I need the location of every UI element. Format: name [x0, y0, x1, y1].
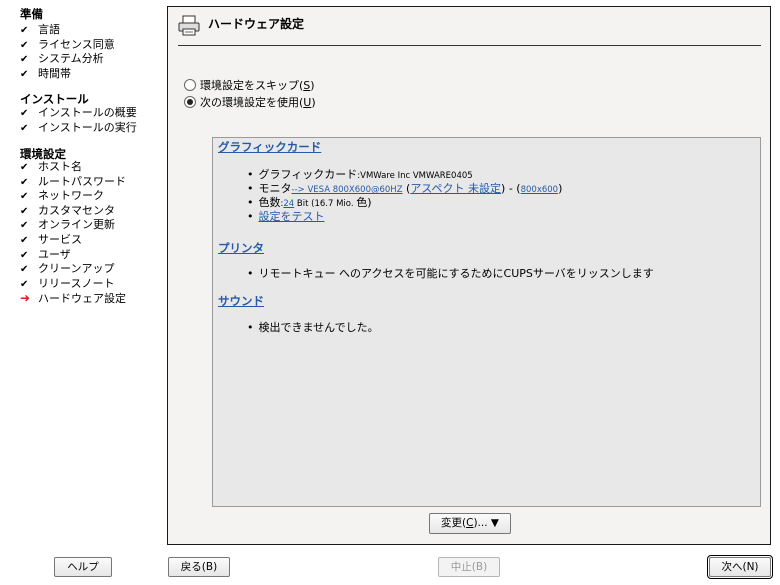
- sidebar-step-label: ライセンス同意: [38, 37, 115, 51]
- aspect-link[interactable]: アスペクト 未設定: [410, 182, 501, 195]
- printer-item: • リモートキュー へのアクセスを可能にするためにCUPSサーバをリッスンします: [247, 267, 654, 280]
- sound-item: • 検出できませんでした。: [247, 321, 379, 334]
- checkmark-icon: ✔: [20, 220, 29, 232]
- checkmark-icon: ✔: [20, 205, 29, 217]
- sidebar-step-label: リリースノート: [38, 276, 115, 290]
- sidebar-step-label: オンライン更新: [38, 218, 115, 232]
- checkmark-icon: ✔: [20, 108, 29, 119]
- sidebar-step: ✔ ライセンス同意: [20, 38, 115, 52]
- radio-skip-label: 環境設定をスキップ(: [200, 79, 304, 92]
- sidebar-step-label: ユーザ: [38, 247, 71, 261]
- printer-icon: [177, 15, 201, 40]
- sidebar-step: ✔ 時間帯: [20, 67, 71, 81]
- proposal-content: グラフィックカード • グラフィックカード:VMWare Inc VMWARE04…: [212, 137, 761, 507]
- next-button[interactable]: 次へ(N): [707, 555, 773, 579]
- sidebar-step-label: ルートパスワード: [38, 174, 126, 188]
- radio-skip-config[interactable]: 環境設定をスキップ(S): [184, 79, 315, 93]
- sidebar-step: ✔ システム分析: [20, 52, 104, 66]
- sidebar-step: ✔ インストールの実行: [20, 121, 137, 135]
- current-step-arrow-icon: ➜: [20, 291, 31, 306]
- sidebar-step: ➜ ハードウェア設定: [20, 291, 126, 305]
- sidebar-step-label: サービス: [38, 233, 82, 246]
- checkmark-icon: ✔: [20, 122, 29, 134]
- radio-use-config[interactable]: 次の環境設定を使用(U): [184, 96, 316, 110]
- sidebar-step: ✔ ユーザ: [20, 248, 71, 262]
- main-panel: ハードウェア設定 環境設定をスキップ(S) 次の環境設定を使用(U) グラフィッ…: [167, 6, 771, 545]
- checkmark-icon: ✔: [20, 249, 29, 261]
- header-divider: [178, 45, 761, 46]
- checkmark-icon: ✔: [20, 162, 29, 173]
- sidebar-step: ✔ サービス: [20, 233, 82, 247]
- radio-indicator-selected: [184, 96, 196, 108]
- sound-heading[interactable]: サウンド: [218, 293, 264, 309]
- sidebar-section-title: 準備: [20, 7, 43, 21]
- printer-heading[interactable]: プリンタ: [218, 240, 264, 256]
- sidebar-section-title: インストール: [20, 92, 89, 106]
- graphics-card-heading[interactable]: グラフィックカード: [218, 139, 321, 155]
- sidebar-step: ✔ ホスト名: [20, 160, 82, 174]
- sidebar-step-label: 時間帯: [38, 66, 71, 80]
- sidebar-step: ✔ クリーンアップ: [20, 262, 114, 276]
- checkmark-icon: ✔: [20, 25, 29, 36]
- sidebar-step-label: インストールの概要: [38, 106, 137, 119]
- checkmark-icon: ✔: [20, 191, 29, 203]
- checkmark-icon: ✔: [20, 68, 29, 80]
- sidebar-step-label: インストールの実行: [38, 120, 137, 134]
- checkmark-icon: ✔: [20, 264, 29, 276]
- sidebar-step: ✔ 言語: [20, 23, 60, 37]
- sidebar-step-label: システム分析: [38, 52, 104, 66]
- sidebar: 準備 ✔ 言語 ✔ ライセンス同意 ✔ システム分析 ✔ 時間帯インストール ✔ インストールの概要…: [0, 0, 165, 555]
- checkmark-icon: ✔: [20, 54, 29, 66]
- checkmark-icon: ✔: [20, 235, 29, 246]
- page-title: ハードウェア設定: [208, 17, 305, 31]
- checkmark-icon: ✔: [20, 176, 29, 188]
- sidebar-step: ✔ カスタマセンタ: [20, 204, 115, 218]
- sidebar-step: ✔ インストールの概要: [20, 106, 137, 120]
- sidebar-step-label: クリーンアップ: [38, 262, 115, 276]
- resolution-link[interactable]: 800x600: [521, 185, 558, 195]
- sidebar-step-label: ハードウェア設定: [38, 292, 126, 306]
- sidebar-step: ✔ ルートパスワード: [20, 175, 126, 189]
- sidebar-step-label: ホスト名: [38, 160, 82, 173]
- sidebar-step-label: カスタマセンタ: [38, 203, 115, 217]
- radio-indicator: [184, 79, 196, 91]
- back-button[interactable]: 戻る(B): [168, 557, 230, 577]
- change-button[interactable]: 変更(C)... ▼: [429, 513, 511, 534]
- sidebar-step: ✔ ネットワーク: [20, 189, 104, 203]
- checkmark-icon: ✔: [20, 278, 29, 290]
- checkmark-icon: ✔: [20, 39, 29, 51]
- sidebar-step: ✔ オンライン更新: [20, 218, 115, 232]
- sidebar-step-label: ネットワーク: [38, 189, 104, 203]
- abort-button[interactable]: 中止(B): [438, 557, 500, 577]
- help-button[interactable]: ヘルプ: [54, 557, 112, 577]
- test-config-item: • 設定をテスト: [247, 210, 325, 223]
- sidebar-step: ✔ リリースノート: [20, 277, 114, 291]
- sidebar-step-label: 言語: [38, 23, 60, 36]
- radio-use-label: 次の環境設定を使用(: [200, 96, 304, 109]
- test-config-link[interactable]: 設定をテスト: [259, 210, 325, 223]
